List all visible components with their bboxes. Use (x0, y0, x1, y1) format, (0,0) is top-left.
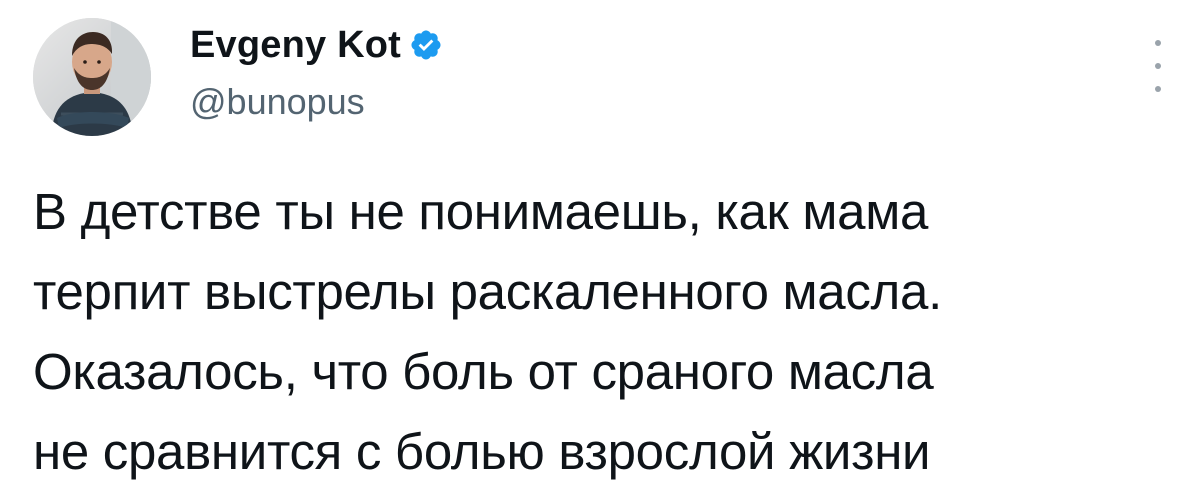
more-vertical-icon-dot (1155, 40, 1161, 46)
more-vertical-icon-dot (1155, 86, 1161, 92)
tweet-header: Evgeny Kot @bunopus (190, 22, 1010, 122)
avatar-photo-icon (33, 18, 151, 136)
tweet-text-line: не сравнится с болью взрослой жизни (33, 423, 931, 480)
author-handle[interactable]: @bunopus (190, 80, 365, 124)
tweet-text-line: терпит выстрелы раскаленного масла. (33, 263, 942, 320)
author-name-row: Evgeny Kot (190, 22, 443, 68)
tweet-text-line: В детстве ты не понимаешь, как мама (33, 183, 929, 240)
author-display-name[interactable]: Evgeny Kot (190, 22, 401, 68)
verified-badge-icon (409, 28, 443, 62)
tweet-text-line: Оказалось, что боль от сраного масла (33, 343, 934, 400)
more-options-button[interactable] (1146, 40, 1170, 92)
tweet-card: Evgeny Kot @bunopus В детстве ты не пони… (0, 0, 1202, 500)
tweet-text: В детстве ты не понимаешь, как мама терп… (33, 172, 1173, 492)
more-vertical-icon-dot (1155, 63, 1161, 69)
avatar[interactable] (33, 18, 151, 136)
